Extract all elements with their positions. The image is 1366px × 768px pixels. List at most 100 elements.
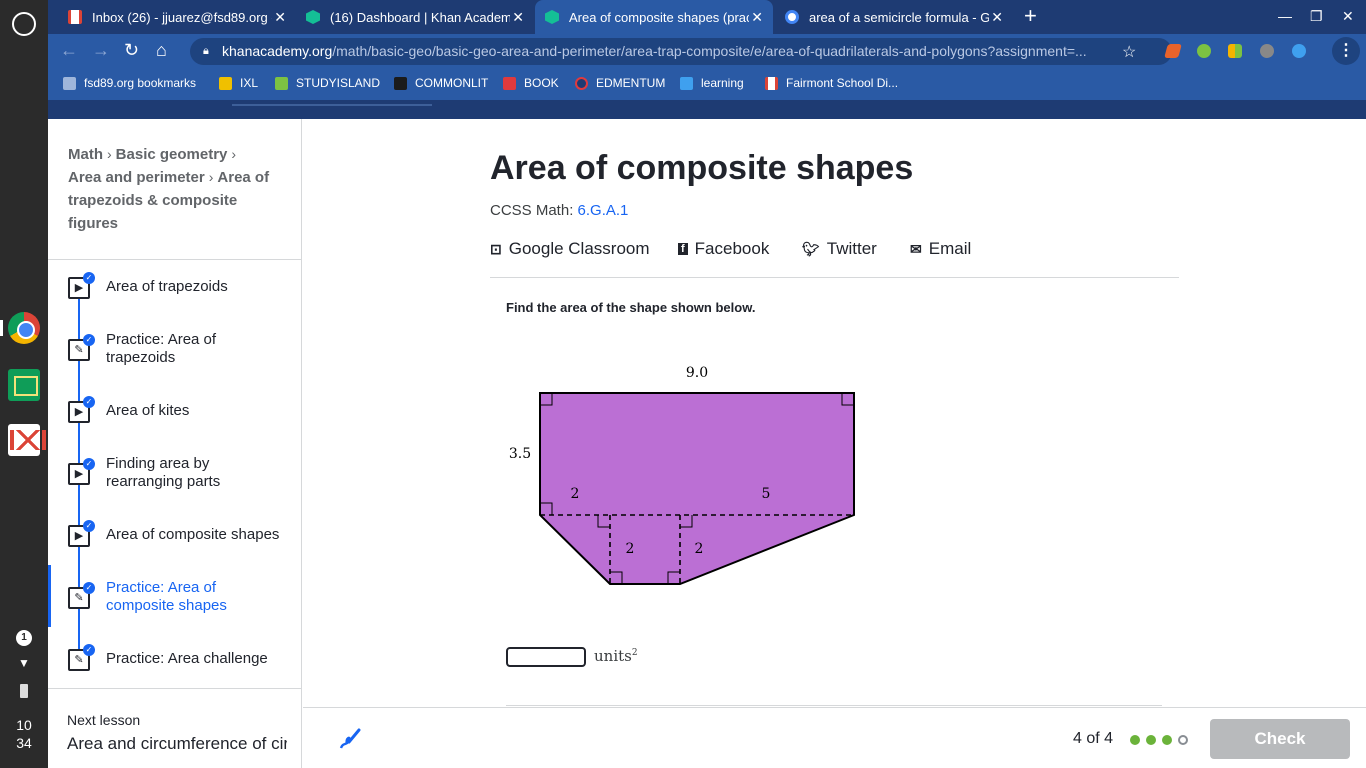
minimize-icon[interactable]: —: [1278, 8, 1292, 24]
lesson-title: Area of trapezoids: [106, 278, 228, 295]
bookmark-fsd89[interactable]: fsd89.org bookmarks: [63, 76, 196, 90]
lesson-item-current[interactable]: ✎ ✓ Practice: Area of composite shapes: [48, 565, 301, 627]
tab-title: area of a semicircle formula - Go: [809, 9, 989, 25]
lesson-item[interactable]: ▶ ✓ Area of kites: [48, 396, 301, 429]
lesson-title: Area of kites: [106, 402, 190, 419]
divider: [48, 688, 301, 689]
ccss-code-link[interactable]: 6.G.A.1: [578, 202, 629, 219]
gmail-icon: [765, 76, 778, 90]
google-classroom-app-icon[interactable]: [8, 369, 40, 401]
close-icon[interactable]: ✕: [991, 9, 1003, 26]
gmail-app-icon[interactable]: [8, 424, 46, 456]
tab-khan-dashboard[interactable]: (16) Dashboard | Khan Academy ✕: [296, 0, 534, 34]
close-icon[interactable]: ✕: [274, 9, 286, 26]
forward-icon[interactable]: →: [92, 40, 110, 60]
bookmark-commonlit[interactable]: COMMONLIT: [394, 76, 488, 90]
bookmark-learning[interactable]: learning: [680, 76, 744, 90]
label-left-offset: 2: [571, 486, 580, 502]
share-label: Facebook: [694, 239, 770, 258]
next-lesson-link[interactable]: Area and circumference of circles: [67, 734, 287, 754]
extension-icon[interactable]: [1228, 44, 1242, 58]
bookmark-ixl[interactable]: IXL: [219, 76, 258, 90]
bookmark-label: learning: [701, 76, 744, 90]
lesson-item[interactable]: ✎ ✓ Practice: Area of trapezoids: [48, 329, 301, 369]
home-icon[interactable]: ⌂: [156, 40, 167, 60]
back-icon[interactable]: ←: [60, 40, 78, 60]
bookmark-star-icon[interactable]: ☆: [1122, 42, 1136, 62]
reload-icon[interactable]: ↻: [124, 40, 139, 60]
lesson-item[interactable]: ▶ ✓ Area of composite shapes: [48, 520, 301, 553]
share-email[interactable]: ✉ Email: [910, 239, 971, 259]
lesson-item[interactable]: ✎ ✓ Practice: Area challenge: [48, 644, 301, 677]
ixl-icon: [219, 76, 232, 90]
close-icon[interactable]: ✕: [512, 9, 524, 26]
edmentum-icon: [575, 76, 588, 90]
bookmarks-bar: fsd89.org bookmarks IXL STUDYISLAND COMM…: [48, 68, 1366, 100]
bookmark-label: IXL: [240, 76, 259, 90]
chrome-app-icon[interactable]: [8, 312, 40, 344]
next-lesson-label: Next lesson: [67, 712, 141, 728]
notification-count-badge[interactable]: 1: [16, 630, 32, 646]
maximize-icon[interactable]: ❐: [1310, 8, 1323, 25]
twitter-icon: 🐦︎: [802, 240, 820, 257]
lesson-item[interactable]: ▶ ✓ Finding area by rearranging parts: [48, 453, 301, 493]
share-facebook[interactable]: f Facebook: [678, 239, 769, 259]
extension-icon[interactable]: [1292, 44, 1306, 58]
share-google-classroom[interactable]: ⊡ Google Classroom: [490, 239, 650, 259]
khan-academy-icon: [545, 10, 559, 24]
progress-count: 4 of 4: [1073, 730, 1114, 747]
breadcrumb-math[interactable]: Math: [68, 146, 103, 163]
lock-icon: 🔒︎: [203, 45, 209, 57]
extension-icon[interactable]: [1197, 44, 1211, 58]
book-s-icon: [503, 76, 516, 90]
label-top-width: 9.0: [686, 365, 708, 381]
wifi-icon[interactable]: ▼: [0, 656, 48, 670]
ccss-standard: CCSS Math: 6.G.A.1: [490, 202, 628, 219]
launcher-icon[interactable]: [12, 12, 36, 36]
breadcrumb-basic-geometry[interactable]: Basic geometry: [116, 146, 228, 163]
bookmark-label: EDMENTUM: [596, 76, 666, 90]
share-label: Google Classroom: [508, 239, 650, 258]
url-path: /math/basic-geo/basic-geo-area-and-perim…: [332, 43, 1087, 59]
url-domain: khanacademy.org: [222, 43, 333, 59]
chevron-right-icon: ›: [208, 169, 214, 185]
battery-icon[interactable]: [20, 684, 28, 698]
bookmark-book[interactable]: BOOK: [503, 76, 559, 90]
composite-shape-figure: 9.0 3.5 2 5 2 2: [509, 365, 855, 585]
scratchpad-icon[interactable]: [337, 726, 363, 752]
extension-icon[interactable]: [1260, 44, 1274, 58]
system-clock[interactable]: 10 34: [0, 716, 48, 752]
new-tab-icon[interactable]: +: [1024, 5, 1037, 27]
bookmark-studyisland[interactable]: STUDYISLAND: [275, 76, 380, 90]
address-bar[interactable]: 🔒︎ khanacademy.org/math/basic-geo/basic-g…: [190, 38, 1172, 65]
check-button[interactable]: Check: [1210, 719, 1350, 759]
close-window-icon[interactable]: ✕: [1342, 8, 1354, 25]
clock-hour: 10: [16, 717, 32, 733]
label-right-offset: 5: [762, 486, 771, 502]
progress-dot: [1130, 735, 1140, 745]
exercise-footer: 4 of 4 Check: [303, 707, 1366, 768]
bookmark-fairmont[interactable]: Fairmont School Di...: [765, 76, 898, 90]
tab-google-search[interactable]: area of a semicircle formula - Go ✕: [775, 0, 1013, 34]
tab-area-composite[interactable]: Area of composite shapes (practi ✕: [535, 0, 773, 34]
lesson-title: Area of composite shapes: [106, 526, 280, 543]
os-shelf: 1 ▼ 10 34: [0, 0, 48, 768]
answer-input[interactable]: [506, 647, 586, 667]
lesson-title: Practice: Area challenge: [106, 650, 268, 667]
share-twitter[interactable]: 🐦︎ Twitter: [802, 239, 877, 259]
chevron-right-icon: ›: [107, 146, 112, 162]
checkmark-icon: ✓: [83, 644, 95, 656]
bookmark-edmentum[interactable]: EDMENTUM: [575, 76, 665, 90]
email-icon: ✉: [910, 240, 922, 257]
extension-icon[interactable]: [1164, 44, 1182, 58]
browser-menu-icon[interactable]: ⋮: [1332, 37, 1360, 65]
tab-gmail[interactable]: Inbox (26) - jjuarez@fsd89.org - F ✕: [58, 0, 296, 34]
studyisland-icon: [275, 76, 288, 90]
checkmark-icon: ✓: [83, 396, 95, 408]
breadcrumb-area-perimeter[interactable]: Area and perimeter: [68, 169, 205, 186]
bookmark-label: STUDYISLAND: [296, 76, 381, 90]
close-icon[interactable]: ✕: [751, 9, 763, 26]
tab-title: Area of composite shapes (practi: [569, 9, 749, 25]
lesson-item[interactable]: ▶ ✓ Area of trapezoids: [48, 272, 301, 305]
page-title: Area of composite shapes: [490, 149, 914, 187]
